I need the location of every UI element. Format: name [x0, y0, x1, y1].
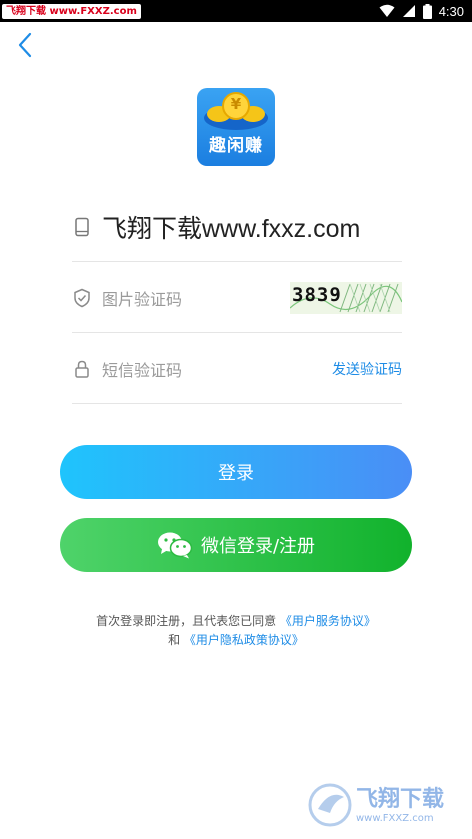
send-code-button[interactable]: 发送验证码: [332, 359, 402, 379]
sms-row[interactable]: 短信验证码 发送验证码: [72, 334, 402, 404]
login-button[interactable]: 登录: [60, 445, 412, 499]
battery-icon: [422, 3, 432, 19]
agreement-conj: 和: [168, 633, 181, 647]
status-icons: 4:30: [379, 0, 464, 22]
privacy-link[interactable]: 《用户隐私政策协议》: [184, 633, 304, 647]
wing-logo-icon: [308, 783, 352, 827]
agreement-text: 首次登录即注册，且代表您已同意: [96, 614, 277, 628]
wechat-icon: [157, 532, 193, 559]
watermark-logo: 飞翔下载 www.FXXZ.com: [308, 779, 466, 831]
agreement-line-1: 首次登录即注册，且代表您已同意 《用户服务协议》: [0, 612, 472, 629]
lock-icon: [75, 360, 89, 378]
chevron-left-icon: [18, 32, 32, 58]
coin-symbol: ¥: [230, 95, 242, 113]
back-button[interactable]: [12, 30, 40, 60]
status-watermark: 飞翔下载 www.FXXZ.com: [2, 4, 141, 19]
captcha-code: 3839: [292, 283, 342, 306]
wifi-icon: [379, 4, 395, 17]
phone-icon: [75, 217, 89, 236]
captcha-image[interactable]: 3839: [290, 281, 402, 314]
login-button-label: 登录: [218, 463, 254, 484]
watermark-title: 飞翔下载: [356, 786, 445, 812]
sms-code-input[interactable]: 短信验证码: [102, 357, 182, 381]
signal-icon: [402, 5, 415, 17]
phone-input[interactable]: 飞翔下载www.fxxz.com: [102, 209, 360, 245]
logo-text: 趣闲赚: [209, 136, 263, 156]
wechat-login-button[interactable]: 微信登录/注册: [60, 518, 412, 572]
shield-check-icon: [74, 288, 90, 307]
status-time: 4:30: [438, 3, 464, 19]
login-screen: 飞翔下载 www.FXXZ.com 4:30 ¥ 趣闲赚 飞翔下载www.fxx…: [0, 0, 472, 839]
status-bar: 飞翔下载 www.FXXZ.com 4:30: [0, 0, 472, 22]
captcha-row[interactable]: 图片验证码 3839: [72, 263, 402, 333]
app-logo: ¥ 趣闲赚: [197, 88, 275, 166]
agreement-line-2: 和 《用户隐私政策协议》: [0, 631, 472, 648]
phone-row[interactable]: 飞翔下载www.fxxz.com: [72, 192, 402, 262]
wechat-button-label: 微信登录/注册: [200, 536, 316, 557]
captcha-input[interactable]: 图片验证码: [102, 286, 182, 310]
watermark-url: www.FXXZ.com: [356, 812, 434, 824]
terms-link[interactable]: 《用户服务协议》: [280, 614, 376, 628]
